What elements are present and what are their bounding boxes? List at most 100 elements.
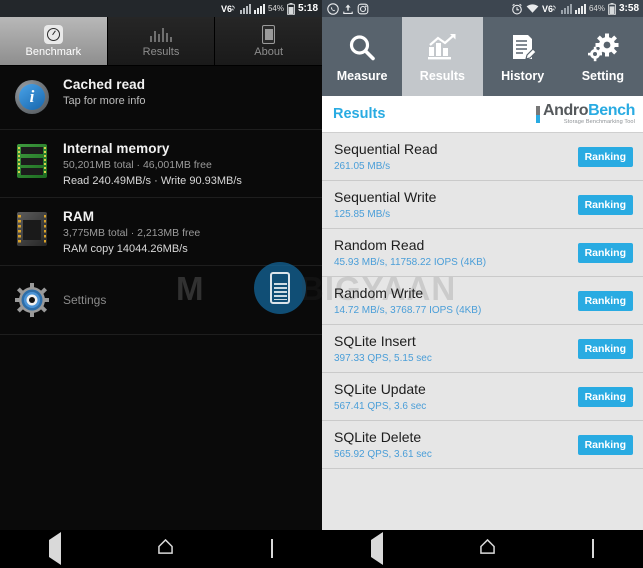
chart-growth-icon	[426, 31, 458, 65]
volte-icon: V6	[221, 3, 237, 14]
internal-memory-speed: Read 240.49MB/s · Write 90.93MB/s	[63, 175, 242, 187]
right-phone-screen: V6 64% 3:58 Measure Results History Sett…	[322, 0, 643, 568]
tab-about-label: About	[254, 46, 284, 58]
signal-roaming-icon	[239, 3, 251, 14]
cached-read-title: Cached read	[63, 77, 146, 92]
dual-phone-screenshot: V6 54% 5:18 Benchmark Results About i Ca…	[0, 0, 643, 568]
tab-results[interactable]: Results	[402, 17, 483, 96]
logo-bar-icon	[535, 105, 540, 123]
ram-title: RAM	[63, 209, 95, 224]
result-value: 565.92 QPS, 3.61 sec	[334, 448, 432, 460]
back-icon[interactable]	[370, 532, 383, 565]
ranking-button[interactable]: Ranking	[577, 434, 633, 455]
list-item-ram[interactable]: RAM 3,775MB total · 2,213MB free RAM cop…	[0, 198, 322, 266]
list-item-internal-memory[interactable]: Internal memory 50,201MB total · 46,001M…	[0, 130, 322, 198]
recents-icon[interactable]	[592, 539, 595, 558]
tab-measure[interactable]: Measure	[322, 17, 402, 96]
androbench-logo: AndroBench Storage Benchmarking Tool	[535, 101, 635, 126]
volte-icon: V6	[542, 3, 558, 14]
memory-chip-icon	[10, 139, 54, 183]
logo-subtitle: Storage Benchmarking Tool	[563, 118, 635, 125]
tab-results[interactable]: Results	[106, 17, 215, 65]
list-item-settings[interactable]: Settings	[0, 266, 322, 335]
whatsapp-icon	[327, 2, 339, 15]
bar-chart-icon	[149, 24, 173, 44]
phone-icon	[258, 24, 280, 44]
battery-percent-label: 54%	[267, 3, 284, 13]
alarm-icon	[511, 3, 523, 15]
ram-chip-icon	[10, 207, 54, 251]
left-phone-screen: V6 54% 5:18 Benchmark Results About i Ca…	[0, 0, 322, 568]
left-tab-bar: Benchmark Results About	[0, 17, 322, 66]
right-status-bar: V6 64% 3:58	[322, 0, 643, 17]
result-name: Random Write	[334, 285, 424, 302]
clock-time-label: 5:18	[297, 2, 318, 14]
result-name: Sequential Read	[334, 141, 438, 158]
table-row[interactable]: SQLite Update 567.41 QPS, 3.6 sec Rankin…	[322, 373, 643, 421]
table-row[interactable]: Sequential Read 261.05 MB/s Ranking	[322, 133, 643, 181]
magnifier-icon	[347, 31, 377, 65]
logo-andro-text: Andro	[542, 101, 589, 119]
battery-icon	[287, 2, 295, 15]
tab-benchmark-label: Benchmark	[25, 46, 82, 58]
home-icon[interactable]	[480, 538, 495, 559]
ram-capacity: 3,775MB total · 2,213MB free	[63, 227, 201, 239]
clock-time-label: 3:58	[618, 2, 639, 14]
left-navigation-bar	[0, 530, 322, 568]
right-tab-bar: Measure Results History Setting	[322, 17, 643, 96]
result-value: 14.72 MB/s, 3768.77 IOPS (4KB)	[334, 304, 482, 316]
internal-memory-title: Internal memory	[63, 141, 170, 156]
signal-roaming-icon	[560, 3, 572, 14]
ranking-button[interactable]: Ranking	[577, 242, 633, 263]
tab-history-label: History	[501, 68, 545, 83]
tab-measure-label: Measure	[336, 68, 388, 83]
result-name: Random Read	[334, 237, 425, 254]
upload-icon	[342, 3, 354, 15]
ranking-button[interactable]: Ranking	[577, 290, 633, 311]
result-name: Sequential Write	[334, 189, 437, 206]
home-icon[interactable]	[158, 538, 174, 559]
cached-read-subtitle: Tap for more info	[63, 95, 146, 107]
svg-text:V6: V6	[221, 4, 232, 14]
tab-about[interactable]: About	[214, 17, 322, 65]
result-value: 45.93 MB/s, 11758.22 IOPS (4KB)	[334, 256, 487, 268]
results-header: Results AndroBench Storage Benchmarking …	[322, 96, 643, 133]
result-value: 125.85 MB/s	[334, 208, 391, 220]
table-row[interactable]: SQLite Delete 565.92 QPS, 3.61 sec Ranki…	[322, 421, 643, 469]
result-name: SQLite Update	[334, 381, 426, 398]
tab-setting[interactable]: Setting	[563, 17, 643, 96]
info-icon: i	[10, 75, 54, 119]
list-item-cached-read[interactable]: i Cached read Tap for more info	[0, 66, 322, 130]
battery-icon	[608, 2, 616, 15]
result-value: 567.41 QPS, 3.6 sec	[334, 400, 427, 412]
sim-signal-icon	[574, 3, 586, 14]
benchmark-list: i Cached read Tap for more info Internal…	[0, 66, 322, 335]
gauge-icon	[42, 24, 64, 44]
table-row[interactable]: Sequential Write 125.85 MB/s Ranking	[322, 181, 643, 229]
left-status-bar: V6 54% 5:18	[0, 0, 322, 17]
result-name: SQLite Delete	[334, 429, 422, 446]
tab-benchmark[interactable]: Benchmark	[0, 17, 107, 65]
result-name: SQLite Insert	[334, 333, 416, 350]
table-row[interactable]: Random Write 14.72 MB/s, 3768.77 IOPS (4…	[322, 277, 643, 325]
ram-speed: RAM copy 14044.26MB/s	[63, 243, 188, 255]
tab-history[interactable]: History	[483, 17, 563, 96]
instagram-icon	[357, 3, 369, 15]
ranking-button[interactable]: Ranking	[577, 338, 633, 359]
table-row[interactable]: Random Read 45.93 MB/s, 11758.22 IOPS (4…	[322, 229, 643, 277]
recents-icon[interactable]	[271, 539, 274, 558]
ranking-button[interactable]: Ranking	[577, 386, 633, 407]
sim-signal-icon	[253, 3, 265, 14]
table-row[interactable]: SQLite Insert 397.33 QPS, 5.15 sec Ranki…	[322, 325, 643, 373]
settings-label: Settings	[63, 293, 107, 307]
internal-memory-capacity: 50,201MB total · 46,001MB free	[63, 159, 212, 171]
tab-results-label: Results	[142, 46, 180, 58]
right-navigation-bar	[322, 530, 643, 568]
ranking-button[interactable]: Ranking	[577, 146, 633, 167]
wifi-icon	[526, 3, 539, 14]
back-icon[interactable]	[48, 532, 61, 565]
ranking-button[interactable]: Ranking	[577, 194, 633, 215]
results-list: Sequential Read 261.05 MB/s Ranking Sequ…	[322, 133, 643, 497]
gears-icon	[587, 31, 619, 65]
svg-text:V6: V6	[542, 4, 553, 14]
